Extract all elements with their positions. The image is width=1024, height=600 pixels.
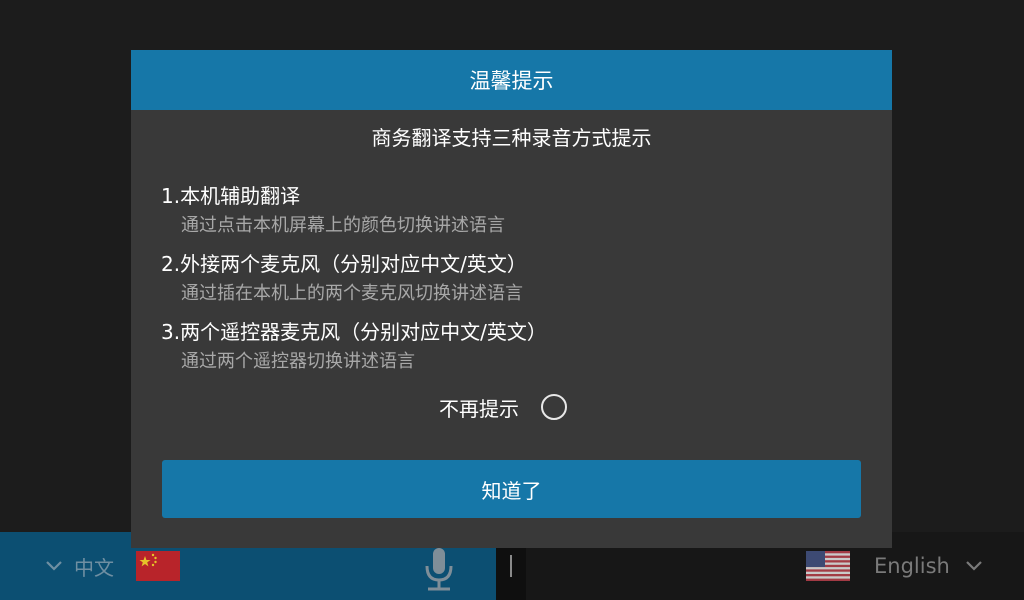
target-language-selector[interactable]: English [806, 548, 984, 584]
source-language-selector[interactable]: 中文 [44, 548, 180, 584]
mode-3-description: 通过两个遥控器切换讲述语言 [181, 351, 415, 372]
dialog-title: 温馨提示 [131, 50, 892, 110]
dialog-subtitle: 商务翻译支持三种录音方式提示 [371, 126, 652, 150]
chevron-down-icon [966, 561, 982, 571]
mode-3-title: 3.两个遥控器麦克风（分别对应中文/英文） [161, 320, 547, 344]
target-language-label: English [874, 554, 950, 578]
china-flag-icon [136, 551, 180, 581]
no-remind-radio[interactable] [541, 394, 567, 420]
no-remind-option[interactable]: 不再提示 [439, 392, 567, 422]
mode-1-title: 1.本机辅助翻译 [161, 184, 301, 208]
microphone-icon[interactable] [420, 546, 458, 592]
mode-2-title: 2.外接两个麦克风（分别对应中文/英文） [161, 252, 527, 276]
chevron-down-icon [46, 561, 62, 571]
no-remind-label: 不再提示 [439, 396, 519, 421]
tip-dialog: 温馨提示 商务翻译支持三种录音方式提示 1.本机辅助翻译 通过点击本机屏幕上的颜… [131, 50, 892, 548]
divider-line [510, 555, 512, 577]
source-language-label: 中文 [74, 555, 114, 580]
mode-2-description: 通过插在本机上的两个麦克风切换讲述语言 [181, 283, 523, 304]
us-flag-icon [806, 551, 850, 581]
confirm-button[interactable]: 知道了 [162, 460, 861, 518]
mode-1-description: 通过点击本机屏幕上的颜色切换讲述语言 [181, 215, 505, 236]
